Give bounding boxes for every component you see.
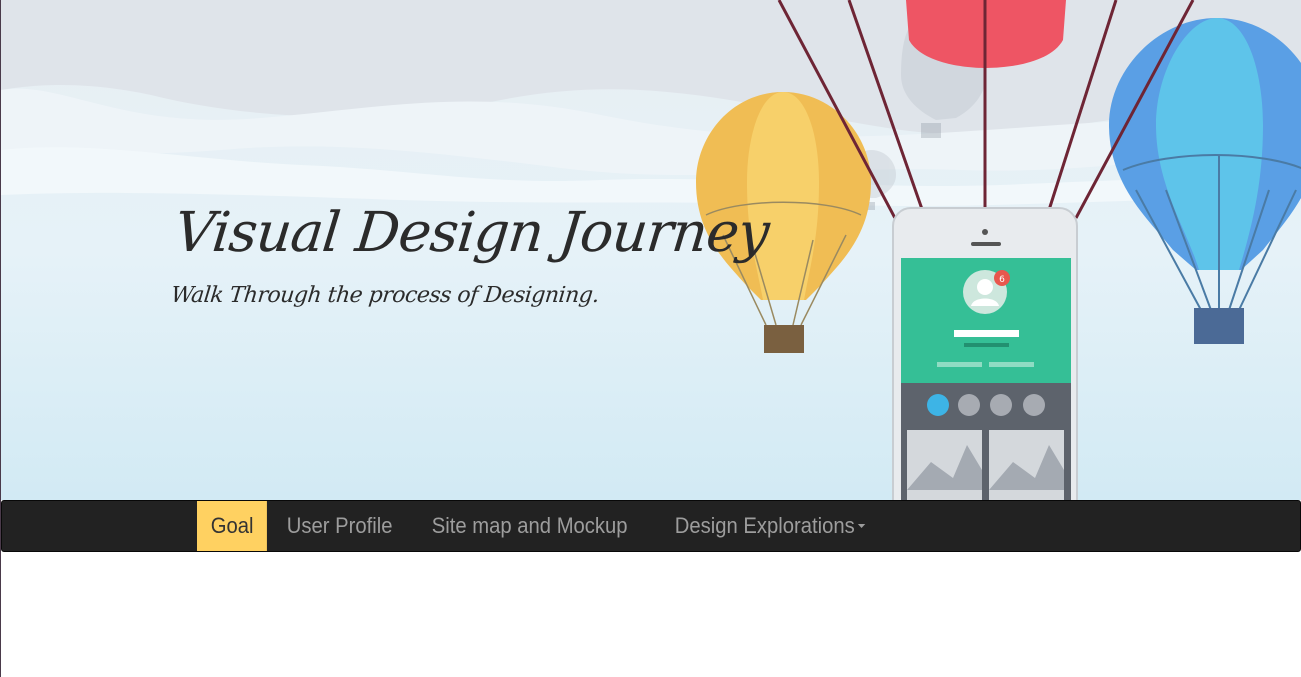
nav-item-goal[interactable]: Goal (197, 501, 268, 551)
main-navbar: Goal User Profile Site map and Mockup De… (1, 500, 1301, 552)
page-title: Visual Design Journey (171, 200, 772, 264)
nav-item-label: User Profile (287, 513, 394, 538)
chevron-down-icon (857, 524, 866, 528)
nav-item-label: Design Explorations (674, 513, 856, 538)
nav-item-user-profile[interactable]: User Profile (273, 501, 406, 551)
phone-illustration (892, 207, 1078, 500)
notification-count: 6 (999, 275, 1005, 285)
nav-list: Goal User Profile Site map and Mockup De… (197, 501, 898, 551)
nav-item-label: Goal (210, 513, 254, 538)
hero-banner: 6 Visual Design Journey Walk Through the… (1, 0, 1301, 500)
nav-item-label: Site map and Mockup (432, 513, 628, 538)
nav-item-design-explorations[interactable]: Design Explorations (661, 501, 879, 551)
page-subtitle: Walk Through the process of Designing. (169, 283, 601, 308)
nav-item-site-map-and-mockup[interactable]: Site map and Mockup (418, 501, 641, 551)
